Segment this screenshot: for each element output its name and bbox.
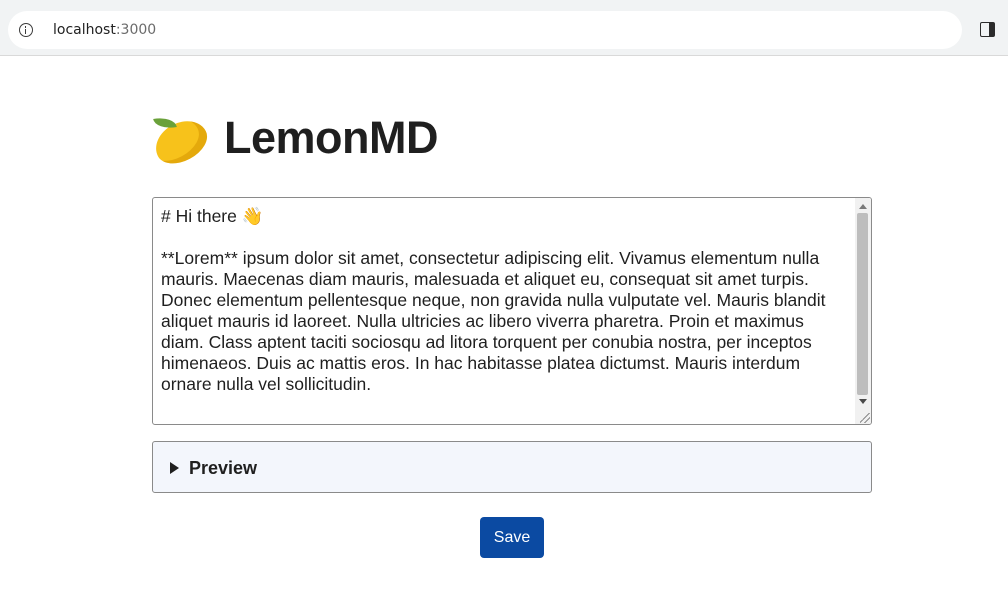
resize-handle-icon[interactable] (860, 413, 870, 423)
url-host: localhost (53, 22, 116, 38)
save-button[interactable]: Save (480, 517, 544, 558)
preview-label[interactable]: Preview (189, 457, 257, 479)
lemon-icon (148, 112, 214, 172)
url-text[interactable]: localhost:3000 (53, 21, 156, 39)
info-icon[interactable] (19, 23, 33, 37)
browser-toolbar: localhost:3000 (0, 0, 1008, 56)
url-port: :3000 (115, 22, 157, 38)
scrollbar-thumb[interactable] (857, 213, 868, 395)
markdown-textarea[interactable]: # Hi there 👋 **Lorem** ipsum dolor sit a… (161, 206, 849, 395)
markdown-editor[interactable]: # Hi there 👋 **Lorem** ipsum dolor sit a… (152, 197, 872, 425)
preview-disclosure[interactable]: Preview (152, 441, 872, 493)
disclosure-triangle-icon[interactable] (170, 462, 179, 474)
page-header: LemonMD (148, 110, 439, 172)
editor-scrollbar[interactable] (855, 198, 871, 424)
side-panel-icon[interactable] (980, 22, 995, 37)
scroll-up-arrow-icon[interactable] (859, 204, 867, 209)
address-bar[interactable]: localhost:3000 (8, 11, 962, 49)
page-title: LemonMD (224, 112, 439, 163)
scroll-down-arrow-icon[interactable] (859, 399, 867, 404)
